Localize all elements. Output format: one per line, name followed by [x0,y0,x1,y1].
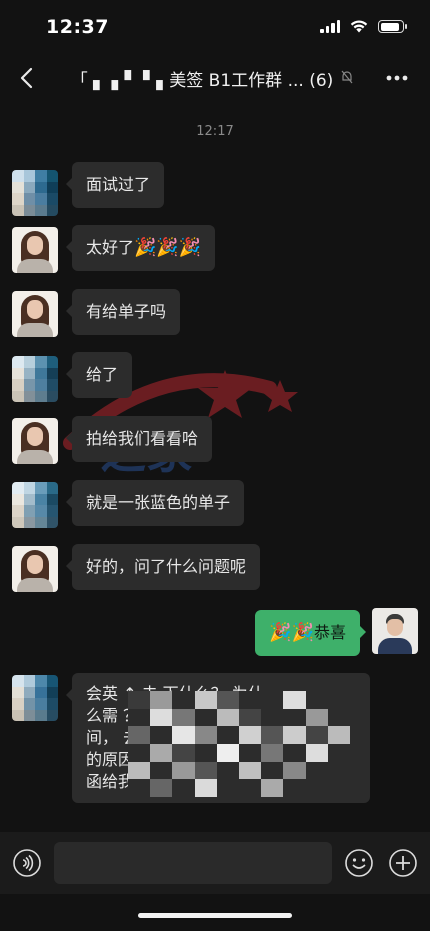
message-bubble[interactable]: 面试过了 [65,162,165,208]
message-bubble[interactable]: 就是一张蓝色的单子 [65,480,245,526]
woman-avatar[interactable] [12,418,58,464]
status-icons [320,20,407,33]
message-input[interactable] [54,842,332,884]
woman-avatar[interactable] [12,227,58,273]
message-text: 拍给我们看看哈 [86,429,199,448]
woman-avatar[interactable] [12,546,58,592]
pixelated-avatar[interactable] [12,170,58,216]
message-text: 有给单子吗 [86,302,167,321]
back-arrow-icon[interactable] [14,64,42,92]
message-text: 恭喜 [313,623,346,642]
message-text: 好的，问了什么问题呢 [86,557,247,576]
status-time: 12:37 [46,16,109,38]
signal-icon [320,20,340,33]
privacy-mosaic [128,691,350,797]
message-bubble-self[interactable]: 🎉🎉恭喜 [255,610,366,656]
chat-screen: 12:37 「 ▖ ▖▘ ▘▖美签 B1工作群 ... (6) 12:17 面试… [0,0,430,931]
message-bubble[interactable]: 拍给我们看看哈 [65,416,213,462]
voice-input-icon[interactable] [12,848,42,878]
status-bar: 12:37 [0,0,430,56]
message-bubble[interactable]: 好的，问了什么问题呢 [65,544,261,590]
more-options-icon[interactable] [384,66,410,90]
mute-bell-icon [341,70,353,84]
message-text: 给了 [86,365,119,384]
group-name: 「 ▖ ▖▘ ▘▖美签 B1工作群 ... [70,71,304,91]
message-bubble[interactable]: 太好了🎉🎉🎉 [65,225,216,271]
member-count: (6) [309,71,334,91]
wifi-icon [350,20,368,33]
woman-avatar[interactable] [12,291,58,337]
message-timestamp: 12:17 [196,124,234,139]
message-text: 就是一张蓝色的单子 [86,493,231,512]
input-bar [0,832,430,894]
home-indicator [138,913,292,918]
chat-header: 「 ▖ ▖▘ ▘▖美签 B1工作群 ... (6) [0,56,430,100]
party-popper-emoji: 🎉🎉🎉 [134,237,202,258]
man-avatar[interactable] [372,608,418,654]
add-more-icon[interactable] [388,848,418,878]
pixelated-avatar[interactable] [12,482,58,528]
emoji-icon[interactable] [344,848,374,878]
chat-title: 「 ▖ ▖▘ ▘▖美签 B1工作群 ... (6) [52,66,352,91]
party-popper-emoji: 🎉🎉 [269,622,314,643]
message-text: 太好了 [86,238,135,257]
message-text: 面试过了 [86,175,151,194]
message-bubble[interactable]: 有给单子吗 [65,289,181,335]
pixelated-avatar[interactable] [12,675,58,721]
message-bubble[interactable]: 给了 [65,352,133,398]
battery-icon [378,20,407,33]
pixelated-avatar[interactable] [12,356,58,402]
